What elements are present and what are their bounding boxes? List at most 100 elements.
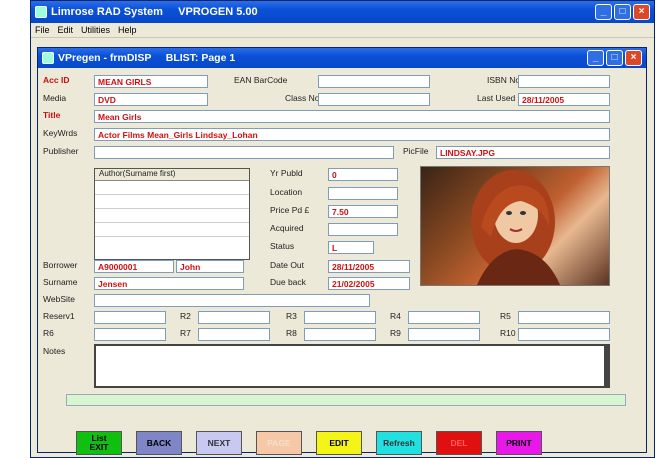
publisher-label: Publisher [43, 146, 79, 156]
location-field[interactable] [328, 187, 398, 200]
borrower-first-field[interactable]: John [176, 260, 244, 273]
acc-id-label: Acc ID [43, 75, 70, 85]
page-button[interactable]: PAGE [256, 431, 302, 455]
borrower-id-field[interactable]: A9000001 [94, 260, 174, 273]
form-title: VPregen - frmDISP BLIST: Page 1 [58, 52, 236, 64]
r2-field[interactable] [198, 311, 270, 324]
surname-field[interactable]: Jensen [94, 277, 244, 290]
form-titlebar: VPregen - frmDISP BLIST: Page 1 _ □ × [38, 48, 646, 68]
due-back-field[interactable]: 21/02/2005 [328, 277, 410, 290]
form-window: VPregen - frmDISP BLIST: Page 1 _ □ × Ac… [37, 47, 647, 455]
notes-label: Notes [43, 346, 66, 356]
r6-field[interactable] [94, 328, 166, 341]
title-label: Title [43, 110, 61, 120]
notes-field[interactable] [94, 344, 610, 388]
r2-label: R2 [180, 311, 191, 321]
r10-label: R10 [500, 328, 516, 338]
publisher-field[interactable] [94, 146, 394, 159]
form-minimize-icon[interactable]: _ [587, 50, 604, 66]
media-field[interactable]: DVD [94, 93, 208, 106]
r4-field[interactable] [408, 311, 480, 324]
r8-label: R8 [286, 328, 297, 338]
price-label: Price Pd £ [270, 205, 310, 215]
date-out-label: Date Out [270, 260, 305, 270]
r8-field[interactable] [304, 328, 376, 341]
author-row[interactable] [95, 181, 249, 195]
refresh-button[interactable]: Refresh [376, 431, 422, 455]
menu-utilities[interactable]: Utilities [81, 25, 110, 35]
title-field[interactable]: Mean Girls [94, 110, 610, 123]
media-label: Media [43, 93, 67, 103]
r4-label: R4 [390, 311, 401, 321]
keywords-label: KeyWrds [43, 128, 78, 138]
r9-label: R9 [390, 328, 401, 338]
surname-label: Surname [43, 277, 78, 287]
r7-field[interactable] [198, 328, 270, 341]
ean-label: EAN BarCode [234, 75, 288, 85]
form-maximize-icon[interactable]: □ [606, 50, 623, 66]
location-label: Location [270, 187, 303, 197]
last-used-field[interactable]: 28/11/2005 [518, 93, 610, 106]
r6-label: R6 [43, 328, 54, 338]
keywords-field[interactable]: Actor Films Mean_Girls Lindsay_Lohan [94, 128, 610, 141]
r5-field[interactable] [518, 311, 610, 324]
menu-help[interactable]: Help [118, 25, 137, 35]
reserv1-field[interactable] [94, 311, 166, 324]
price-field[interactable]: 7.50 [328, 205, 398, 218]
date-out-field[interactable]: 28/11/2005 [328, 260, 410, 273]
menu-bar: File Edit Utilities Help [31, 23, 654, 38]
due-back-label: Due back [270, 277, 306, 287]
yr-publd-field[interactable]: 0 [328, 168, 398, 181]
menu-file[interactable]: File [35, 25, 50, 35]
class-no-label: Class No [285, 93, 320, 103]
maximize-icon[interactable]: □ [614, 4, 631, 20]
person-photo-icon [471, 170, 561, 285]
borrower-label: Borrower [43, 260, 78, 270]
reserv1-label: Reserv1 [43, 311, 75, 321]
isbn-label: ISBN No [487, 75, 521, 85]
r3-label: R3 [286, 311, 297, 321]
author-list-header: Author(Surname first) [95, 169, 249, 181]
r3-field[interactable] [304, 311, 376, 324]
r10-field[interactable] [518, 328, 610, 341]
website-label: WebSite [43, 294, 75, 304]
r9-field[interactable] [408, 328, 480, 341]
app-titlebar: Limrose RAD System VPROGEN 5.00 _ □ × [31, 1, 654, 23]
picfile-field[interactable]: LINDSAY.JPG [436, 146, 610, 159]
picfile-label: PicFile [403, 146, 429, 156]
print-button[interactable]: PRINT [496, 431, 542, 455]
author-row[interactable] [95, 237, 249, 251]
class-no-field[interactable] [318, 93, 430, 106]
del-button[interactable]: DEL [436, 431, 482, 455]
author-row[interactable] [95, 209, 249, 223]
form-icon [42, 52, 54, 64]
yr-publd-label: Yr Publd [270, 168, 303, 178]
main-window: Limrose RAD System VPROGEN 5.00 _ □ × Fi… [30, 0, 655, 458]
status-label: Status [270, 241, 295, 251]
acquired-field[interactable] [328, 223, 398, 236]
r5-label: R5 [500, 311, 511, 321]
author-row[interactable] [95, 195, 249, 209]
close-icon[interactable]: × [633, 4, 650, 20]
isbn-field[interactable] [518, 75, 610, 88]
status-strip [66, 394, 626, 406]
r7-label: R7 [180, 328, 191, 338]
back-button[interactable]: BACK [136, 431, 182, 455]
app-icon [35, 6, 47, 18]
author-list[interactable]: Author(Surname first) [94, 168, 250, 260]
cover-photo [420, 166, 610, 286]
author-row[interactable] [95, 223, 249, 237]
acc-id-field[interactable]: MEAN GIRLS [94, 75, 208, 88]
status-field[interactable]: L [328, 241, 374, 254]
acquired-label: Acquired [270, 223, 304, 233]
minimize-icon[interactable]: _ [595, 4, 612, 20]
ean-field[interactable] [318, 75, 430, 88]
last-used-label: Last Used [477, 93, 516, 103]
website-field[interactable] [94, 294, 370, 307]
menu-edit[interactable]: Edit [58, 25, 74, 35]
next-button[interactable]: NEXT [196, 431, 242, 455]
form-close-icon[interactable]: × [625, 50, 642, 66]
list-exit-button[interactable]: List EXIT [76, 431, 122, 455]
edit-button[interactable]: EDIT [316, 431, 362, 455]
app-title: Limrose RAD System VPROGEN 5.00 [51, 6, 258, 18]
